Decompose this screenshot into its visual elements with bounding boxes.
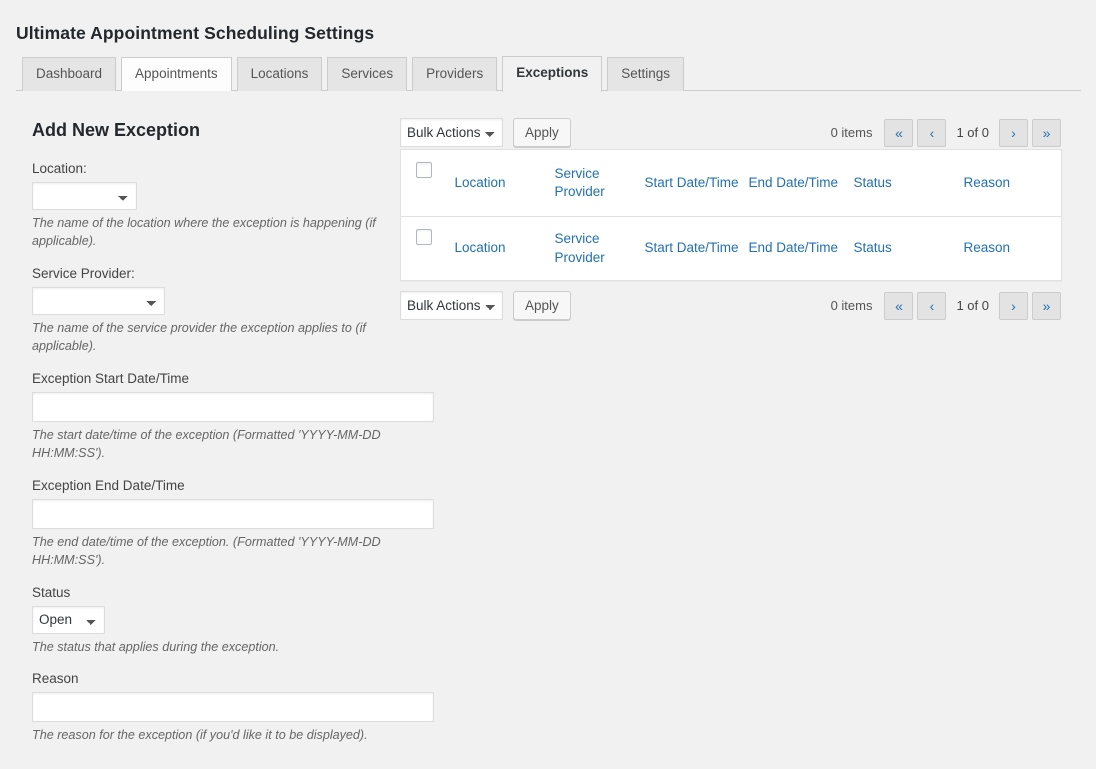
reason-input[interactable] [32, 692, 434, 723]
items-count-top: 0 items [830, 125, 873, 140]
column-status-top: Status [854, 150, 964, 217]
table-header-row-top: Location Service Provider Start Date/Tim… [400, 150, 1062, 217]
start-datetime-description: The start date/time of the exception (Fo… [32, 427, 381, 461]
location-label: Location: [32, 160, 87, 176]
column-status-bottom: Status [854, 217, 964, 281]
start-datetime-label: Exception Start Date/Time [32, 370, 190, 386]
tablenav-top: Bulk Actions Apply 0 items « ‹ 1 of 0 › … [400, 118, 1061, 148]
paging-text-top: 1 of 0 [956, 125, 989, 140]
column-link-service-provider-bottom[interactable]: Service Provider [555, 230, 645, 267]
location-description: The name of the location where the excep… [32, 215, 376, 249]
service-provider-select[interactable] [32, 286, 165, 315]
select-all-checkbox-top[interactable] [416, 162, 432, 178]
next-page-icon-top[interactable]: › [999, 118, 1028, 147]
service-provider-label: Service Provider: [32, 265, 135, 281]
location-select[interactable] [32, 181, 137, 210]
pagination-top: 0 items « ‹ 1 of 0 › » [831, 118, 1061, 147]
column-link-location-bottom[interactable]: Location [455, 239, 506, 258]
tab-services[interactable]: Services [327, 57, 408, 91]
tab-settings[interactable]: Settings [607, 57, 685, 91]
admin-page: Ultimate Appointment Scheduling Settings… [0, 0, 1096, 769]
items-count-bottom: 0 items [830, 298, 873, 313]
reason-label: Reason [32, 671, 79, 687]
status-select[interactable]: Open [32, 605, 105, 634]
column-end-datetime-top: End Date/Time [749, 150, 854, 217]
exceptions-list-panel: Bulk Actions Apply 0 items « ‹ 1 of 0 › … [400, 118, 1062, 321]
end-datetime-label: Exception End Date/Time [32, 477, 185, 493]
end-datetime-description: The end date/time of the exception. (For… [32, 534, 381, 568]
first-page-icon-top[interactable]: « [884, 118, 914, 147]
prev-page-icon-top[interactable]: ‹ [917, 118, 947, 147]
reason-description: The reason for the exception (if you'd l… [32, 728, 368, 743]
last-page-icon-top[interactable]: » [1032, 118, 1061, 147]
column-end-datetime-bottom: End Date/Time [749, 217, 854, 281]
tab-providers[interactable]: Providers [412, 57, 498, 91]
status-description: The status that applies during the excep… [32, 639, 280, 654]
status-label: Status [32, 584, 71, 600]
column-link-status-bottom[interactable]: Status [854, 239, 892, 258]
checkbox-wrap-top [401, 160, 455, 178]
apply-button-bottom[interactable]: Apply [513, 291, 571, 320]
column-reason-top: Reason [964, 150, 1062, 217]
form-heading: Add New Exception [32, 120, 201, 140]
column-link-start-datetime-top[interactable]: Start Date/Time [645, 174, 739, 193]
next-page-icon-bottom[interactable]: › [999, 291, 1028, 320]
first-page-icon-bottom[interactable]: « [884, 291, 914, 320]
prev-page-icon-bottom[interactable]: ‹ [917, 291, 947, 320]
column-start-datetime-bottom: Start Date/Time [645, 217, 749, 281]
pagination-bottom: 0 items « ‹ 1 of 0 › » [831, 291, 1061, 320]
start-datetime-input[interactable] [32, 391, 434, 422]
tablenav-bottom: Bulk Actions Apply 0 items « ‹ 1 of 0 › … [400, 291, 1061, 321]
last-page-icon-bottom[interactable]: » [1032, 291, 1061, 320]
select-all-cell-bottom [401, 217, 455, 281]
exceptions-table: Location Service Provider Start Date/Tim… [400, 149, 1062, 281]
bulk-actions-select-top[interactable]: Bulk Actions [400, 118, 503, 147]
column-start-datetime-top: Start Date/Time [645, 150, 749, 217]
tab-appointments[interactable]: Appointments [121, 57, 232, 91]
paging-text-bottom: 1 of 0 [956, 298, 989, 313]
checkbox-wrap-bottom [401, 227, 455, 245]
column-service-provider-top: Service Provider [555, 150, 645, 217]
tab-exceptions[interactable]: Exceptions [502, 56, 603, 92]
column-link-service-provider-top[interactable]: Service Provider [555, 165, 645, 202]
column-location-top: Location [455, 150, 555, 217]
column-location-bottom: Location [455, 217, 555, 281]
column-service-provider-bottom: Service Provider [555, 217, 645, 281]
service-provider-description: The name of the service provider the exc… [32, 320, 366, 354]
tab-bar: Dashboard Appointments Locations Services Pr… [16, 56, 1081, 92]
tab-dashboard[interactable]: Dashboard [22, 57, 117, 91]
end-datetime-input[interactable] [32, 498, 434, 529]
select-all-checkbox-bottom[interactable] [416, 229, 432, 245]
page-title: Ultimate Appointment Scheduling Settings [16, 22, 375, 43]
column-link-start-datetime-bottom[interactable]: Start Date/Time [645, 239, 739, 258]
column-reason-bottom: Reason [964, 217, 1062, 281]
select-all-cell-top [401, 150, 455, 217]
column-link-reason-bottom[interactable]: Reason [964, 239, 1011, 258]
column-link-end-datetime-top[interactable]: End Date/Time [749, 174, 839, 193]
column-link-end-datetime-bottom[interactable]: End Date/Time [749, 239, 839, 258]
add-exception-form: Add New Exception Location: The name of … [32, 120, 436, 769]
bulk-actions-select-bottom[interactable]: Bulk Actions [400, 291, 503, 320]
column-link-status-top[interactable]: Status [854, 174, 892, 193]
column-link-location-top[interactable]: Location [455, 174, 506, 193]
apply-button-top[interactable]: Apply [513, 118, 571, 147]
table-header-row-bottom: Location Service Provider Start Date/Tim… [401, 217, 1062, 281]
column-link-reason-top[interactable]: Reason [964, 174, 1011, 193]
tab-locations[interactable]: Locations [236, 57, 323, 91]
